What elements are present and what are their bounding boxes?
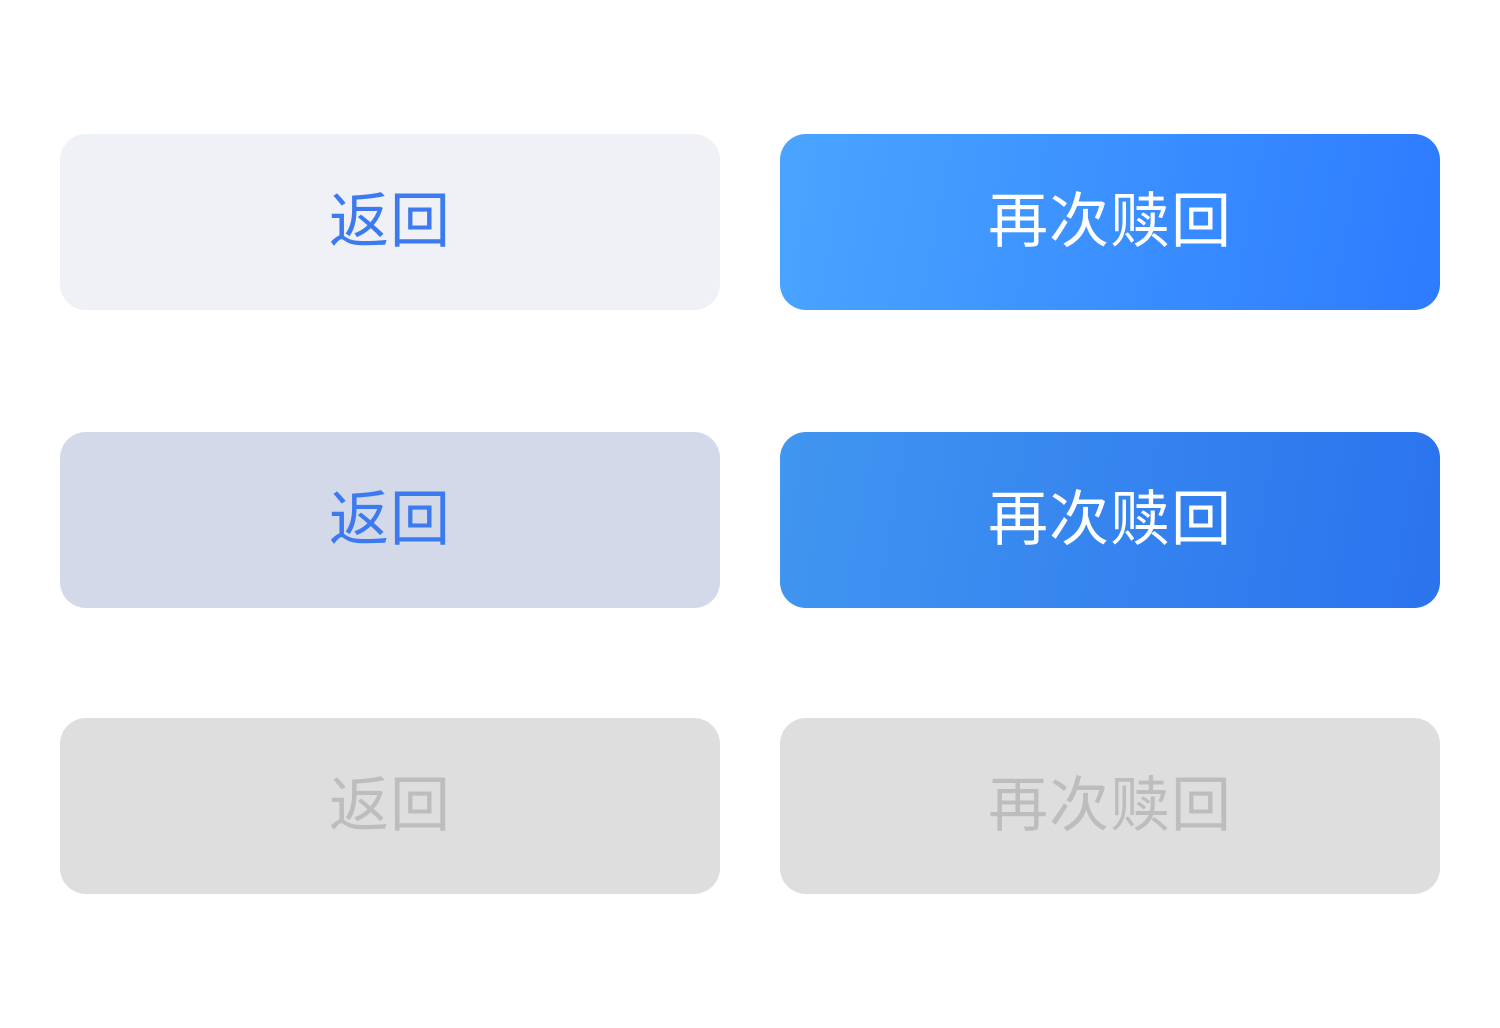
back-button-disabled-label: 返回 xyxy=(329,771,451,841)
back-button-label: 返回 xyxy=(329,187,451,257)
redeem-again-button-pressed[interactable]: 再次赎回 xyxy=(780,432,1440,608)
redeem-again-button-label: 再次赎回 xyxy=(988,187,1232,257)
redeem-again-button-disabled: 再次赎回 xyxy=(780,718,1440,894)
redeem-again-button-pressed-label: 再次赎回 xyxy=(988,485,1232,555)
back-button-disabled: 返回 xyxy=(60,718,720,894)
back-button-pressed-label: 返回 xyxy=(329,485,451,555)
back-button-pressed[interactable]: 返回 xyxy=(60,432,720,608)
back-button[interactable]: 返回 xyxy=(60,134,720,310)
redeem-again-button[interactable]: 再次赎回 xyxy=(780,134,1440,310)
button-states-canvas: 返回 再次赎回 返回 再次赎回 返回 再次赎回 xyxy=(0,0,1500,1028)
redeem-again-button-disabled-label: 再次赎回 xyxy=(988,771,1232,841)
